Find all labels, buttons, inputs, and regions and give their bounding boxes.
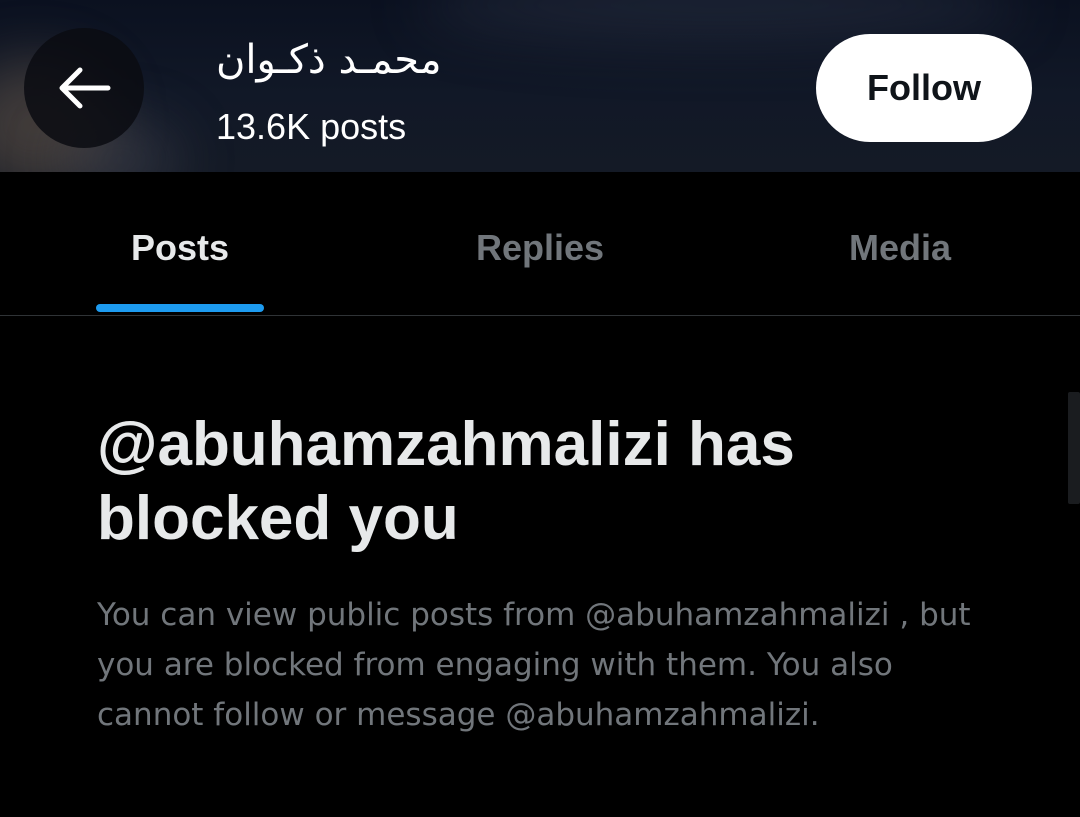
tab-label: Posts: [130, 227, 230, 268]
tab-replies[interactable]: Replies: [360, 172, 720, 315]
profile-name: محمـد ذكـوان: [216, 37, 442, 83]
profile-tabs: Posts Replies Media: [0, 172, 1080, 316]
blocked-message: You can view public posts from @abuhamza…: [97, 597, 971, 733]
tab-media[interactable]: Media: [720, 172, 1080, 315]
tab-posts[interactable]: Posts: [0, 172, 360, 315]
back-button[interactable]: [24, 28, 144, 148]
follow-button[interactable]: Follow: [816, 34, 1032, 142]
arrow-left-icon: [59, 67, 111, 109]
scrollbar-thumb[interactable]: [1068, 392, 1080, 504]
post-count: 13.6K posts: [216, 106, 407, 147]
blocked-title: @abuhamzahmalizi has blocked you: [97, 410, 795, 553]
profile-title-block: محمـد ذكـوان 13.6K posts: [216, 30, 442, 150]
tab-label: Media: [848, 227, 952, 268]
tab-label: Replies: [475, 227, 605, 268]
profile-header: محمـد ذكـوان 13.6K posts Follow: [0, 0, 1080, 172]
active-tab-indicator: [96, 304, 264, 312]
